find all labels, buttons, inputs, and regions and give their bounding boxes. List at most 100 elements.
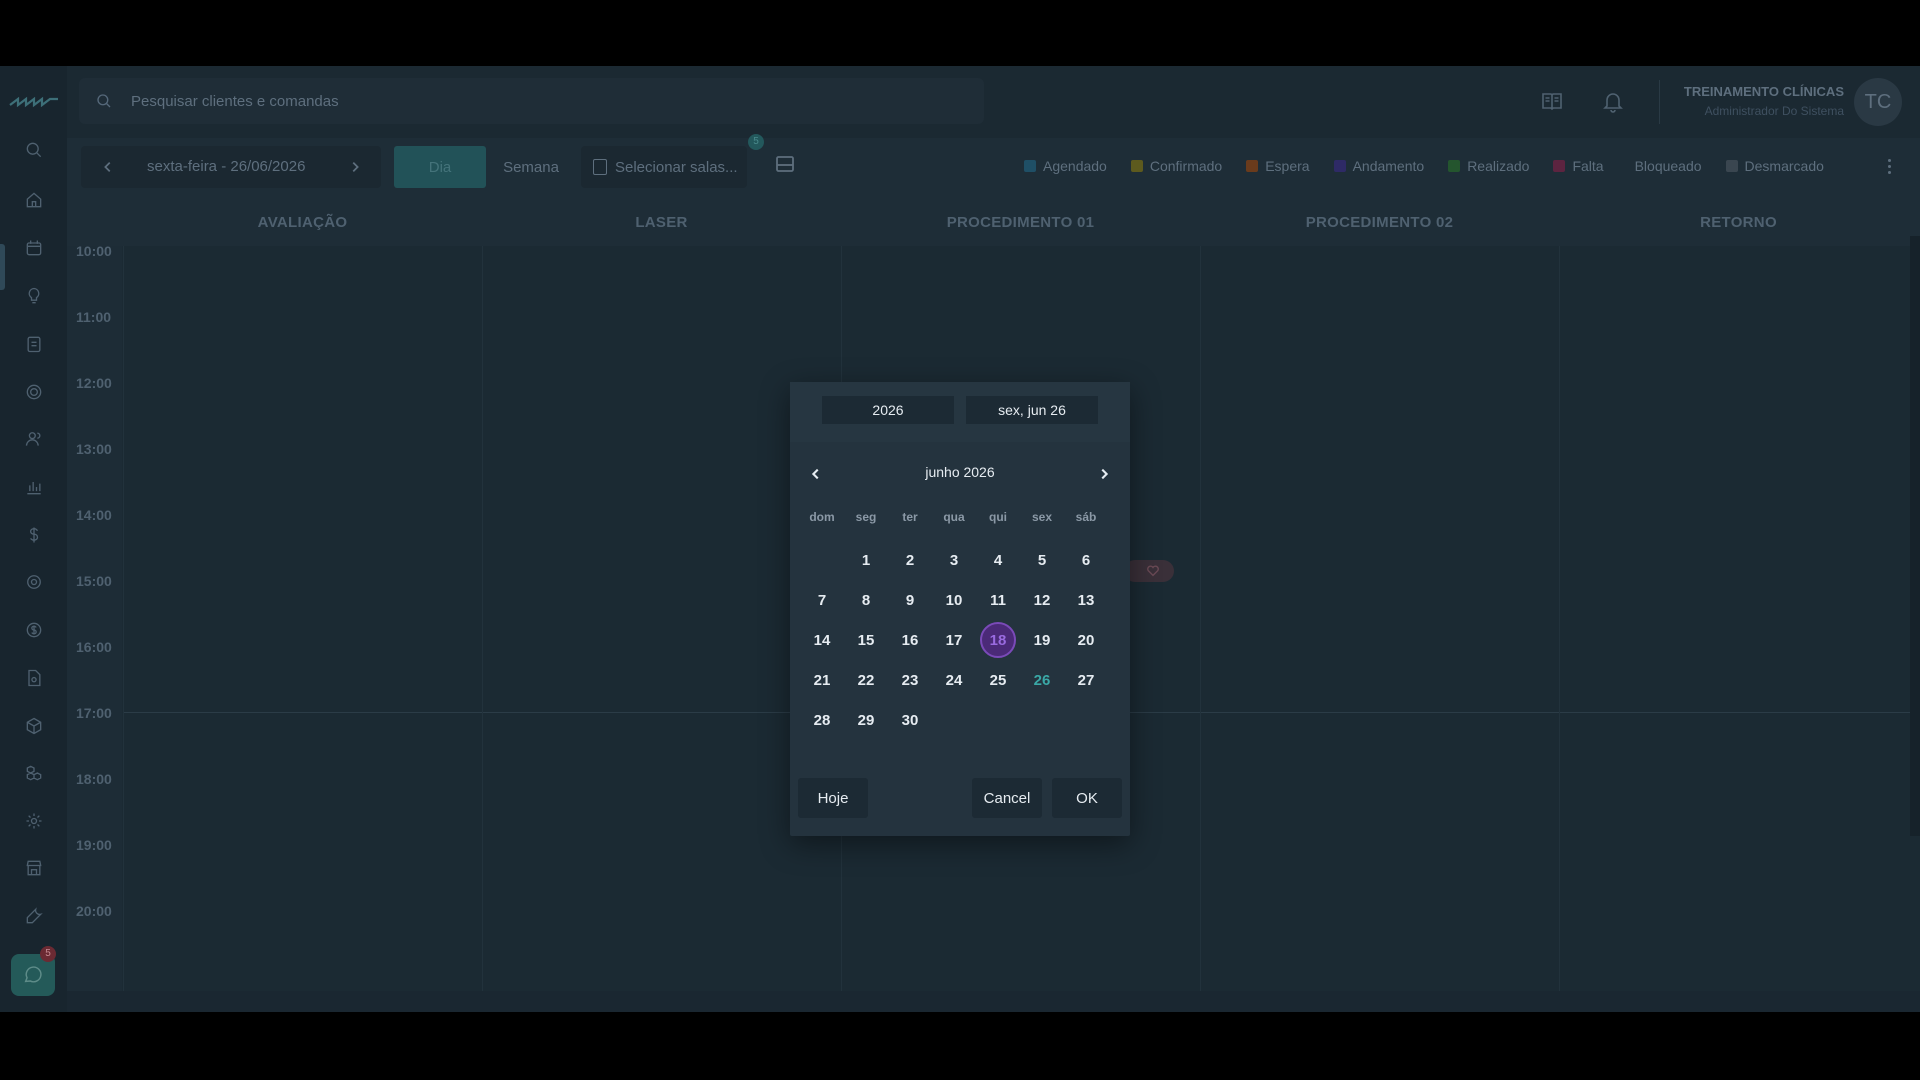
time-slot-label: 19:00 <box>76 837 112 853</box>
layout-toggle-button[interactable] <box>775 154 797 176</box>
calendar-day[interactable]: 14 <box>804 622 840 658</box>
vertical-scrollbar[interactable] <box>1910 236 1920 836</box>
calendar-day[interactable]: 4 <box>980 542 1016 578</box>
calendar-day[interactable]: 20 <box>1068 622 1104 658</box>
legend-item[interactable]: Desmarcado <box>1725 158 1824 174</box>
calendar-day[interactable]: 15 <box>848 622 884 658</box>
calendar-day[interactable]: 19 <box>1024 622 1060 658</box>
sidebar-item-gear-alt[interactable] <box>18 566 50 598</box>
column-divider <box>1200 246 1201 1006</box>
sidebar-item-users[interactable] <box>18 423 50 455</box>
sidebar-item-box[interactable] <box>18 710 50 742</box>
sidebar-item-wrench[interactable] <box>18 900 50 932</box>
calendar-day[interactable]: 10 <box>936 582 972 618</box>
legend-item[interactable]: Bloqueado <box>1628 158 1702 174</box>
calendar-day[interactable]: 12 <box>1024 582 1060 618</box>
sidebar-item-store[interactable] <box>18 852 50 884</box>
calendar-day[interactable]: 5 <box>1024 542 1060 578</box>
calendar-day[interactable]: 17 <box>936 622 972 658</box>
calendar-day[interactable]: 22 <box>848 662 884 698</box>
cancel-button[interactable]: Cancel <box>972 778 1042 818</box>
calendar-day[interactable]: 28 <box>804 702 840 738</box>
date-picker-actions: Hoje Cancel OK <box>790 772 1130 836</box>
next-month-button[interactable] <box>1092 462 1116 486</box>
calendar-day[interactable]: 7 <box>804 582 840 618</box>
time-slot-label: 15:00 <box>76 573 112 589</box>
calendar-day[interactable]: 6 <box>1068 542 1104 578</box>
month-navigation: junho 2026 <box>790 458 1130 488</box>
day-view-button[interactable]: Dia <box>394 146 486 188</box>
calendar-day[interactable]: 9 <box>892 582 928 618</box>
sidebar-item-chart[interactable] <box>18 471 50 503</box>
time-slot-label: 11:00 <box>76 309 112 325</box>
calendar-day[interactable]: 24 <box>936 662 972 698</box>
legend-item[interactable]: Agendado <box>1024 158 1107 174</box>
room-count-badge: 5 <box>748 134 764 150</box>
time-slot-label: 14:00 <box>76 507 112 523</box>
gear-alt-icon <box>27 575 41 589</box>
wrench-icon <box>26 907 43 924</box>
sidebar-item-home[interactable] <box>18 184 50 216</box>
logo-icon <box>9 96 58 108</box>
sidebar-item-target[interactable] <box>18 376 50 408</box>
search-box[interactable] <box>79 78 984 124</box>
calendar-day[interactable]: 25 <box>980 662 1016 698</box>
more-options-button[interactable] <box>1888 156 1892 176</box>
sidebar-item-cubes[interactable] <box>18 757 50 789</box>
sidebar-item-clipboard[interactable] <box>18 328 50 360</box>
calendar-day[interactable]: 23 <box>892 662 928 698</box>
current-date-label[interactable]: sexta-feira - 26/06/2026 <box>147 158 305 175</box>
legend-swatch <box>1725 160 1738 172</box>
week-view-button[interactable]: Semana <box>486 146 576 188</box>
sidebar-item-calendar[interactable] <box>18 232 50 264</box>
legend-label: Agendado <box>1043 158 1107 174</box>
calendar-day[interactable]: 30 <box>892 702 928 738</box>
sidebar-item-dollar[interactable] <box>18 519 50 551</box>
legend-item[interactable]: Realizado <box>1448 158 1529 174</box>
search-input[interactable] <box>129 91 953 111</box>
bell-icon <box>1603 93 1623 113</box>
column-divider <box>1559 246 1560 1006</box>
prev-day-button[interactable] <box>97 156 119 178</box>
date-navigator: sexta-feira - 26/06/2026 <box>81 146 381 188</box>
today-day[interactable]: 26 <box>1024 662 1060 698</box>
box-icon <box>26 717 42 735</box>
calendar-day[interactable]: 29 <box>848 702 884 738</box>
sidebar-item-document-gear[interactable] <box>18 662 50 694</box>
book-button[interactable] <box>1537 86 1567 116</box>
calendar-day[interactable]: 1 <box>848 542 884 578</box>
appointment-chip[interactable] <box>1124 560 1174 582</box>
calendar-day[interactable]: 3 <box>936 542 972 578</box>
heart-icon <box>1147 565 1159 577</box>
legend-item[interactable]: Espera <box>1246 158 1310 174</box>
year-field[interactable]: 2026 <box>822 396 954 424</box>
ok-button[interactable]: OK <box>1052 778 1122 818</box>
calendar-day[interactable]: 13 <box>1068 582 1104 618</box>
horizontal-scrollbar[interactable] <box>67 991 1920 1012</box>
legend-item[interactable]: Confirmado <box>1130 158 1222 174</box>
calendar-day[interactable]: 27 <box>1068 662 1104 698</box>
calendar-day[interactable]: 16 <box>892 622 928 658</box>
document-icon <box>593 159 607 175</box>
chat-icon <box>24 966 42 983</box>
sidebar-item-search[interactable] <box>18 134 50 166</box>
short-date-field[interactable]: sex, jun 26 <box>966 396 1098 424</box>
today-button[interactable]: Hoje <box>798 778 868 818</box>
calendar-day[interactable]: 8 <box>848 582 884 618</box>
time-slot-label: 16:00 <box>76 639 112 655</box>
sidebar-item-lightbulb[interactable] <box>18 280 50 312</box>
calendar-day[interactable]: 2 <box>892 542 928 578</box>
avatar[interactable]: TC <box>1854 78 1902 126</box>
sidebar-item-settings[interactable] <box>18 805 50 837</box>
calendar-day[interactable]: 11 <box>980 582 1016 618</box>
calendar-day[interactable]: 21 <box>804 662 840 698</box>
legend-item[interactable]: Falta <box>1553 158 1604 174</box>
room-select[interactable]: Selecionar salas... <box>581 146 747 188</box>
sidebar-item-coin[interactable] <box>18 614 50 646</box>
user-role: Administrador Do Sistema <box>1704 104 1844 118</box>
notifications-button[interactable] <box>1598 86 1628 116</box>
search-icon <box>97 94 111 108</box>
legend-item[interactable]: Andamento <box>1333 158 1424 174</box>
next-day-button[interactable] <box>344 156 366 178</box>
selected-day[interactable]: 18 <box>980 622 1016 658</box>
